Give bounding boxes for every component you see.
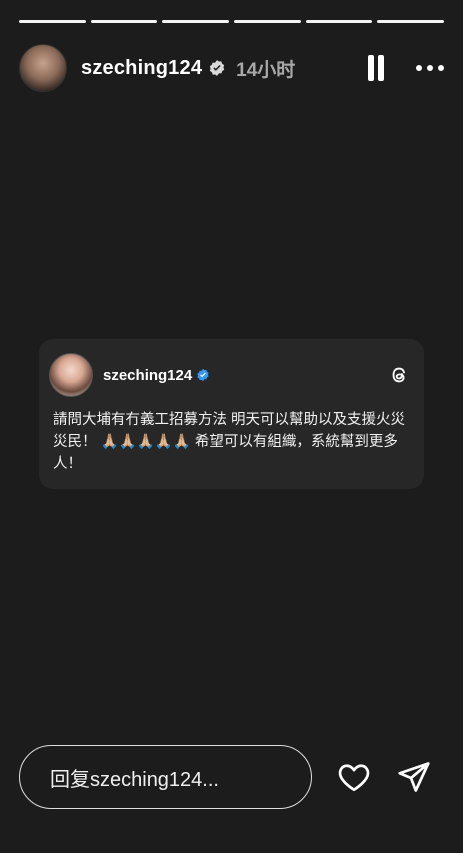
threads-icon[interactable] bbox=[388, 364, 410, 386]
story-header: szeching124 14小时 bbox=[19, 44, 444, 92]
post-time: 14小时 bbox=[236, 59, 296, 81]
progress-segment bbox=[305, 20, 373, 23]
verified-icon bbox=[208, 59, 226, 77]
story-progress-bar bbox=[19, 20, 445, 23]
send-icon[interactable] bbox=[396, 759, 432, 795]
heart-icon[interactable] bbox=[336, 759, 372, 795]
post-text: 請問大埔有冇義工招募方法 明天可以幫助以及支援火災災民！ 🙏🏼🙏🏼🙏🏼🙏🏼🙏🏼 … bbox=[53, 412, 406, 472]
progress-segment bbox=[90, 20, 158, 23]
avatar[interactable] bbox=[19, 44, 67, 92]
progress-segment bbox=[19, 20, 86, 23]
verified-icon bbox=[196, 368, 210, 382]
pause-icon[interactable] bbox=[366, 55, 386, 81]
progress-segment bbox=[377, 20, 445, 23]
card-username: szeching124 bbox=[103, 366, 193, 384]
card-avatar bbox=[49, 353, 93, 397]
progress-segment bbox=[162, 20, 230, 23]
reply-input[interactable]: 回复szeching124... bbox=[19, 745, 312, 809]
more-icon[interactable] bbox=[416, 65, 444, 71]
progress-segment bbox=[234, 20, 301, 23]
username[interactable]: szeching124 bbox=[81, 57, 202, 80]
threads-post-card[interactable]: szeching124 請問大埔有冇義工招募方法 明天可以幫助以及支援火災災民！… bbox=[39, 339, 424, 489]
